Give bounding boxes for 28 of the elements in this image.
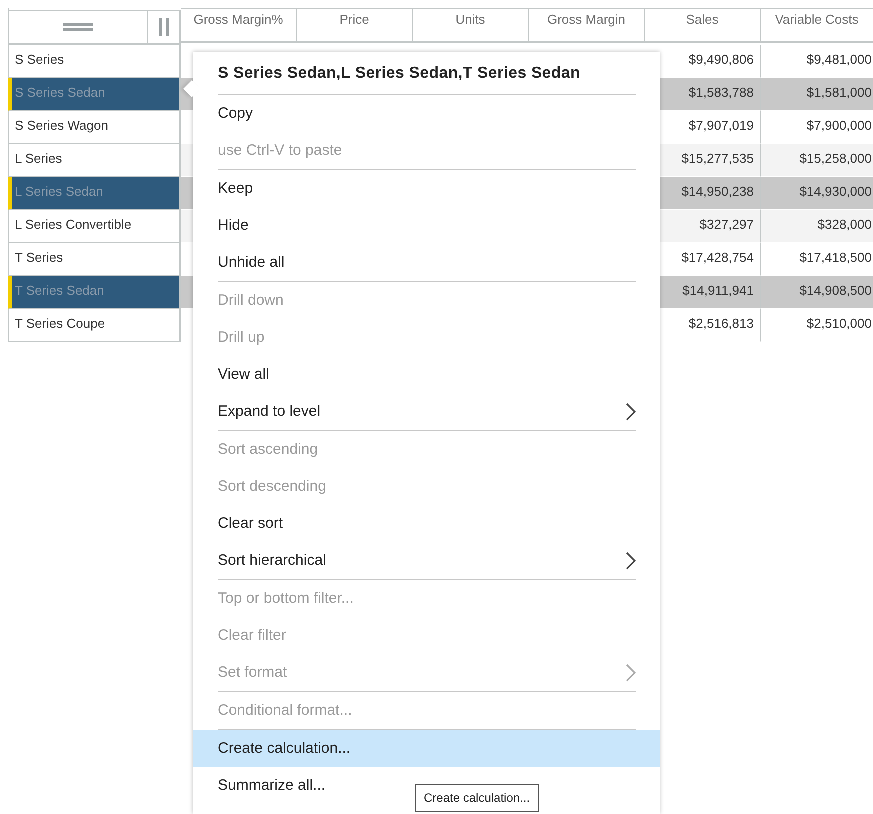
row-header[interactable]: L Series Sedan xyxy=(8,177,181,210)
column-header[interactable]: Sales xyxy=(645,8,761,43)
menu-item[interactable]: Hide xyxy=(218,217,249,234)
menu-item[interactable]: Expand to level xyxy=(218,402,636,420)
table-cell: $14,908,500 xyxy=(761,276,873,309)
menu-title: S Series Sedan,L Series Sedan,T Series Sedan xyxy=(218,64,582,84)
tooltip: Create calculation... xyxy=(415,784,540,812)
menu-item[interactable]: Sort hierarchical xyxy=(218,552,636,570)
table-cell: $328,000 xyxy=(761,210,873,243)
menu-item[interactable]: View all xyxy=(218,366,270,383)
column-header[interactable]: Variable Costs xyxy=(761,8,873,43)
column-header[interactable]: Gross Margin% xyxy=(181,8,297,43)
row-header[interactable]: T Series Sedan xyxy=(8,276,181,309)
menu-item[interactable]: Summarize all... xyxy=(218,777,326,794)
table-cell: $15,258,000 xyxy=(761,144,873,177)
menu-icon xyxy=(63,22,93,32)
menu-item[interactable]: Keep xyxy=(218,180,254,197)
pause-icon xyxy=(158,18,168,36)
column-header[interactable]: Units xyxy=(413,8,529,43)
column-header[interactable]: Gross Margin xyxy=(529,8,645,43)
row-header[interactable]: S Series Sedan xyxy=(8,78,181,111)
menu-item[interactable]: Unhide all xyxy=(218,254,285,271)
menu-item[interactable]: Clear sort xyxy=(218,515,284,532)
menu-item[interactable]: Create calculation... xyxy=(193,730,660,767)
menu-item[interactable]: Copy xyxy=(218,105,254,122)
column-header[interactable]: Price xyxy=(297,8,413,43)
table-cell: $1,581,000 xyxy=(761,78,873,111)
table-cell: $14,930,000 xyxy=(761,177,873,210)
